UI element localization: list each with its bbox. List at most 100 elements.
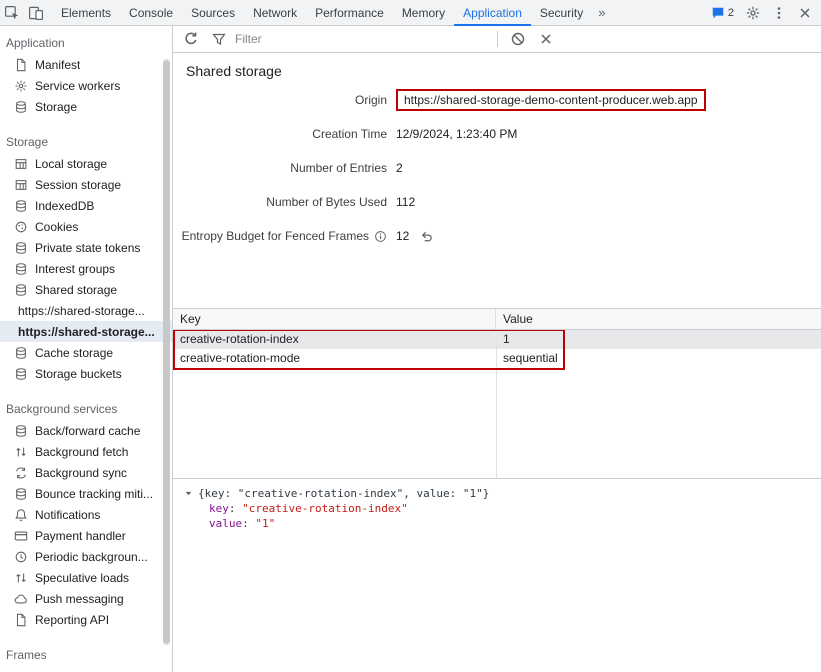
device-toolbar-icon[interactable] xyxy=(24,1,48,25)
sidebar-item-storage-buckets[interactable]: Storage buckets xyxy=(0,363,172,384)
message-icon xyxy=(711,6,725,20)
cell-value: 1 xyxy=(496,330,517,349)
clock-icon xyxy=(13,549,29,565)
sidebar-item-push-messaging[interactable]: Push messaging xyxy=(0,588,172,609)
sidebar-item-interest-groups[interactable]: Interest groups xyxy=(0,258,172,279)
sidebar-item-private-state-tokens[interactable]: Private state tokens xyxy=(0,237,172,258)
sidebar-item-cookies[interactable]: Cookies xyxy=(0,216,172,237)
sidebar-item-background-fetch[interactable]: Background fetch xyxy=(0,441,172,462)
settings-gear-icon[interactable] xyxy=(741,1,765,25)
devtools-window: ElementsConsoleSourcesNetworkPerformance… xyxy=(0,0,821,672)
field-value-text: 2 xyxy=(396,161,403,175)
property-colon: : xyxy=(229,502,242,515)
tab-memory[interactable]: Memory xyxy=(393,0,454,26)
sidebar-item-label: Shared storage xyxy=(35,283,117,297)
field-label-text: Origin xyxy=(355,93,387,107)
shared-storage-panel: Shared storage Originhttps://shared-stor… xyxy=(173,26,821,672)
field-label-text: Entropy Budget for Fenced Frames xyxy=(182,229,369,243)
kebab-menu-icon[interactable] xyxy=(767,1,791,25)
frame-icon xyxy=(13,669,29,672)
close-devtools-icon[interactable] xyxy=(793,1,817,25)
sidebar-item-https-shared-storage[interactable]: https://shared-storage... xyxy=(0,321,172,342)
cell-value: sequential xyxy=(496,349,565,368)
inspect-icon[interactable] xyxy=(0,1,24,25)
sidebar-item-label: Cache storage xyxy=(35,346,113,360)
field-number-of-bytes-used: Number of Bytes Used112 xyxy=(173,185,821,219)
sidebar-item-https-shared-storage[interactable]: https://shared-storage... xyxy=(0,300,172,321)
filter-input[interactable] xyxy=(235,32,485,46)
console-messages-badge[interactable]: 2 xyxy=(706,6,739,20)
object-preview: {key: "creative-rotation-index", value: … xyxy=(173,486,821,501)
filter-box xyxy=(207,27,489,51)
sidebar-tree: ApplicationManifestService workersStorag… xyxy=(0,32,172,672)
sidebar-item-label: Background fetch xyxy=(35,445,128,459)
field-label-text: Number of Entries xyxy=(290,161,387,175)
sidebar-item-shared-storage[interactable]: Shared storage xyxy=(0,279,172,300)
reset-budget-button[interactable] xyxy=(419,229,434,244)
cell-key: creative-rotation-index xyxy=(173,330,496,349)
field-value: 12/9/2024, 1:23:40 PM xyxy=(396,127,517,141)
table-icon xyxy=(13,177,29,193)
sidebar-item-reporting-api[interactable]: Reporting API xyxy=(0,609,172,630)
field-value: 12 xyxy=(396,229,434,244)
section-header-frames: Frames xyxy=(0,644,172,666)
database-icon xyxy=(13,198,29,214)
field-label: Number of Entries xyxy=(173,161,387,175)
delete-icon[interactable] xyxy=(534,27,558,51)
section-header-storage: Storage xyxy=(0,131,172,153)
database-icon xyxy=(13,345,29,361)
tab-sources[interactable]: Sources xyxy=(182,0,244,26)
devtools-body: ApplicationManifestService workersStorag… xyxy=(0,26,821,672)
tab-security[interactable]: Security xyxy=(531,0,592,26)
table-row[interactable]: creative-rotation-index1 xyxy=(173,330,821,349)
sidebar-item-top[interactable]: top xyxy=(0,666,172,672)
column-header-key[interactable]: Key xyxy=(173,309,496,329)
sidebar-item-notifications[interactable]: Notifications xyxy=(0,504,172,525)
sidebar-item-back-forward-cache[interactable]: Back/forward cache xyxy=(0,420,172,441)
sidebar-item-label: Local storage xyxy=(35,157,107,171)
expand-triangle-icon[interactable] xyxy=(184,489,193,498)
preview-properties: key: "creative-rotation-index"value: "1" xyxy=(173,501,821,531)
sidebar-item-cache-storage[interactable]: Cache storage xyxy=(0,342,172,363)
sidebar-item-service-workers[interactable]: Service workers xyxy=(0,75,172,96)
tab-network[interactable]: Network xyxy=(244,0,306,26)
database-icon xyxy=(13,423,29,439)
field-label: Creation Time xyxy=(173,127,387,141)
sidebar-item-manifest[interactable]: Manifest xyxy=(0,54,172,75)
sidebar-item-session-storage[interactable]: Session storage xyxy=(0,174,172,195)
sidebar-item-storage[interactable]: Storage xyxy=(0,96,172,117)
sidebar-item-speculative-loads[interactable]: Speculative loads xyxy=(0,567,172,588)
file-icon xyxy=(13,612,29,628)
tabbar-controls: 2 xyxy=(706,1,821,25)
sidebar-item-local-storage[interactable]: Local storage xyxy=(0,153,172,174)
sidebar-item-indexeddb[interactable]: IndexedDB xyxy=(0,195,172,216)
sidebar-item-label: https://shared-storage... xyxy=(18,325,155,339)
sidebar-item-periodic-backgroun[interactable]: Periodic backgroun... xyxy=(0,546,172,567)
column-header-value[interactable]: Value xyxy=(496,309,540,329)
sidebar-item-bounce-tracking-miti[interactable]: Bounce tracking miti... xyxy=(0,483,172,504)
property-name: key xyxy=(209,502,229,515)
sidebar-scrollbar[interactable] xyxy=(163,58,170,646)
sidebar-item-background-sync[interactable]: Background sync xyxy=(0,462,172,483)
property-name: value xyxy=(209,517,242,530)
more-tabs-icon[interactable]: » xyxy=(592,5,611,20)
sidebar-item-label: Back/forward cache xyxy=(35,424,140,438)
preview-property: value: "1" xyxy=(173,516,821,531)
updown-icon xyxy=(13,444,29,460)
table-row[interactable]: creative-rotation-modesequential xyxy=(173,349,821,368)
tab-elements[interactable]: Elements xyxy=(52,0,120,26)
sidebar-item-payment-handler[interactable]: Payment handler xyxy=(0,525,172,546)
column-divider[interactable] xyxy=(496,330,497,478)
preview-pane: {key: "creative-rotation-index", value: … xyxy=(173,478,821,672)
sync-icon xyxy=(13,465,29,481)
field-value-text: 12 xyxy=(396,229,409,243)
refresh-icon[interactable] xyxy=(179,27,203,51)
block-icon[interactable] xyxy=(506,27,530,51)
scrollbar-thumb[interactable] xyxy=(163,60,170,644)
sidebar-item-label: Background sync xyxy=(35,466,127,480)
tab-console[interactable]: Console xyxy=(120,0,182,26)
tab-application[interactable]: Application xyxy=(454,0,531,26)
tab-performance[interactable]: Performance xyxy=(306,0,393,26)
bell-icon xyxy=(13,507,29,523)
property-value: "1" xyxy=(255,517,275,530)
